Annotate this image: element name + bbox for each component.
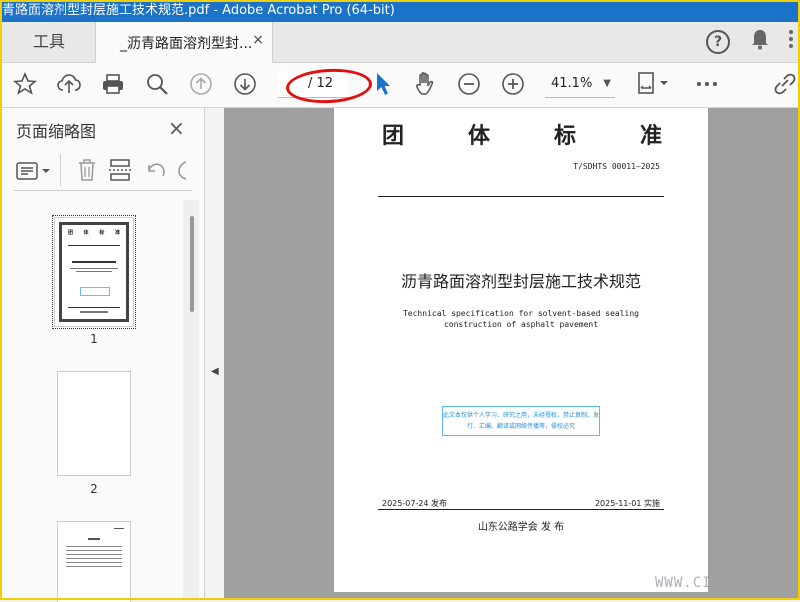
thumbnail-frame: 团 体 标 准 [59, 222, 129, 322]
thumb-title-line [72, 261, 116, 263]
thumb-text-line [66, 546, 122, 547]
doc-standard-code: T/SDHTS 00011—2025 [573, 162, 660, 171]
hand-tool-icon[interactable] [410, 69, 440, 99]
panel-close-button[interactable]: × [168, 116, 185, 140]
scrollbar-thumb[interactable] [190, 216, 194, 312]
doc-title-cn: 沥青路面溶剂型封层施工技术规范 [400, 272, 641, 291]
doc-issue-date: 2025-07-24 发布 [382, 499, 448, 508]
help-icon[interactable]: ? [706, 30, 730, 54]
zoom-value: 41.1% [551, 76, 593, 91]
doc-header-char: 团 [382, 123, 405, 149]
thumbnail-page-3[interactable] [58, 522, 130, 602]
select-cursor-icon[interactable] [368, 69, 398, 99]
watermark-logo: 道 桥 网 [10, 7, 68, 22]
main-toolbar: / 12 41.1% ▼ [0, 63, 800, 108]
thumb-char: 标 [99, 230, 105, 236]
thumb-text-line [66, 550, 122, 551]
thumb-char: 体 [83, 230, 89, 236]
divider [60, 154, 61, 186]
panel-title: 页面缩略图 [16, 122, 97, 141]
chevron-down-icon: ▼ [603, 78, 611, 89]
thumb-char: 准 [114, 230, 120, 236]
watermark-url: WWW.CI [655, 575, 712, 591]
panel-toolbar [14, 154, 192, 191]
next-page-icon[interactable] [230, 69, 260, 99]
window-titlebar: 青路面溶剂型封层施工技术规范.pdf - Adobe Acrobat Pro (… [0, 0, 800, 22]
print-icon[interactable] [98, 69, 128, 99]
tab-document[interactable]: _沥青路面溶剂型封... × [95, 22, 273, 63]
zoom-out-icon[interactable] [454, 69, 484, 99]
thumb-text-line [66, 566, 122, 567]
thumb-text-line [66, 554, 122, 555]
doc-rule [378, 196, 664, 197]
thumbnail-options-icon[interactable] [16, 160, 52, 186]
doc-header: 团 体 标 准 [382, 118, 662, 150]
document-viewer[interactable]: 团 体 标 准 T/SDHTS 00011—2025 沥青路面溶剂型封层施工技术… [224, 108, 800, 600]
undo-icon[interactable] [144, 159, 168, 185]
thumb-text-line [114, 528, 124, 529]
thumbnail-page-1[interactable]: 团 体 标 准 [52, 215, 136, 329]
thumbnail-label: 1 [90, 332, 98, 346]
thumb-rule [68, 245, 120, 246]
share-link-icon[interactable] [770, 69, 800, 99]
trash-icon[interactable] [76, 158, 98, 186]
page-fit-icon[interactable] [632, 69, 672, 99]
doc-publisher: 山东公路学会 发 布 [477, 522, 565, 533]
thumbnail-page-2[interactable] [58, 372, 130, 475]
upload-cloud-icon[interactable] [54, 69, 84, 99]
zoom-in-icon[interactable] [498, 69, 528, 99]
thumbnail-content: 团 体 标 准 [62, 225, 126, 319]
doc-copyright-notice: 此文本仅供个人学习、研究之用，未经授权，禁止复制、发行、汇编、翻译或网络传播等，… [442, 406, 600, 436]
doc-impl-date: 2025-11-01 实施 [594, 499, 660, 508]
bell-icon[interactable] [750, 28, 770, 55]
more-vertical-icon[interactable] [788, 28, 794, 55]
doc-header-char: 体 [467, 123, 490, 149]
thumb-rule [68, 307, 120, 308]
doc-header-char: 准 [639, 123, 662, 149]
prev-page-icon[interactable] [186, 69, 216, 99]
pdf-page: 团 体 标 准 T/SDHTS 00011—2025 沥青路面溶剂型封层施工技术… [334, 108, 708, 592]
chevron-left-icon: ◀ [211, 366, 219, 377]
thumb-text-line [70, 268, 118, 269]
zoom-level-select[interactable]: 41.1% ▼ [545, 71, 615, 98]
thumbnail-header: 团 体 标 准 [68, 229, 120, 236]
tab-document-label: _沥青路面溶剂型封... [120, 36, 253, 52]
doc-title-en: Technical specification for solvent-base… [402, 309, 639, 329]
thumb-text-line [76, 271, 112, 272]
thumb-char: 团 [68, 230, 74, 236]
search-icon[interactable] [142, 69, 172, 99]
thumb-text-line [66, 562, 122, 563]
more-options-icon[interactable] [692, 69, 722, 99]
thumb-text-line [66, 558, 122, 559]
tab-close-button[interactable]: × [252, 32, 264, 48]
thumb-notice-box [80, 287, 110, 296]
tab-bar: 工具 _沥青路面溶剂型封... × ? [0, 22, 800, 63]
thumb-publisher-line [80, 311, 108, 313]
thumbnail-label: 2 [90, 482, 98, 496]
thumbnails-panel: 页面缩略图 × 团 体 标 准 1 2 [0, 108, 205, 602]
redo-icon[interactable] [176, 159, 192, 185]
doc-rule [378, 509, 664, 510]
panel-collapse-handle[interactable]: ◀ [206, 108, 224, 600]
thumb-text-line [88, 538, 100, 540]
extract-pages-icon[interactable] [108, 158, 132, 186]
tab-tools[interactable]: 工具 [8, 22, 90, 62]
bookmark-star-icon[interactable] [10, 69, 40, 99]
doc-header-char: 标 [553, 123, 576, 149]
